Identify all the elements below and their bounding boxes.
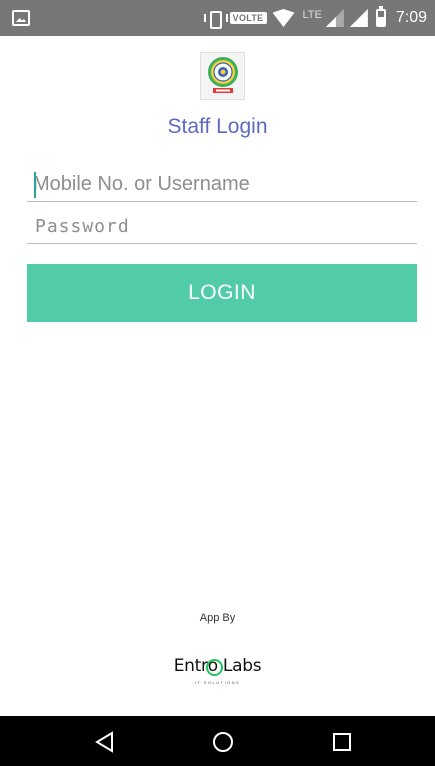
status-icons: VOLTE LTE 7:09 bbox=[203, 0, 427, 36]
username-input[interactable] bbox=[27, 168, 417, 202]
signal-icon bbox=[325, 9, 344, 27]
wifi-icon bbox=[272, 9, 295, 27]
emblem-icon bbox=[207, 57, 238, 93]
status-bar: VOLTE LTE 7:09 bbox=[0, 0, 435, 36]
battery-icon bbox=[375, 6, 386, 27]
volte-badge: VOLTE bbox=[229, 12, 267, 24]
app-by-label: App By bbox=[199, 612, 236, 624]
back-icon[interactable] bbox=[93, 730, 117, 754]
brand-text-o: o bbox=[205, 656, 223, 676]
recent-apps-icon[interactable] bbox=[330, 730, 354, 754]
signal-icon bbox=[349, 9, 368, 27]
login-button[interactable]: LOGIN bbox=[27, 264, 417, 322]
password-input[interactable] bbox=[27, 210, 417, 244]
lte-label: LTE bbox=[302, 9, 322, 21]
image-icon bbox=[12, 10, 30, 26]
status-time: 7:09 bbox=[395, 9, 427, 26]
page-title: Staff Login bbox=[167, 115, 268, 138]
developer-tagline: IT SOLUTIONS bbox=[194, 680, 241, 685]
home-icon[interactable] bbox=[211, 730, 235, 754]
developer-logo: Entro Labs bbox=[0, 656, 435, 676]
text-cursor bbox=[34, 172, 36, 198]
emblem-logo bbox=[200, 52, 245, 100]
vibrate-icon bbox=[203, 10, 228, 29]
navigation-bar bbox=[0, 716, 435, 766]
brand-text-part1: Entr bbox=[173, 656, 208, 676]
brand-text-part2: Labs bbox=[217, 656, 262, 676]
